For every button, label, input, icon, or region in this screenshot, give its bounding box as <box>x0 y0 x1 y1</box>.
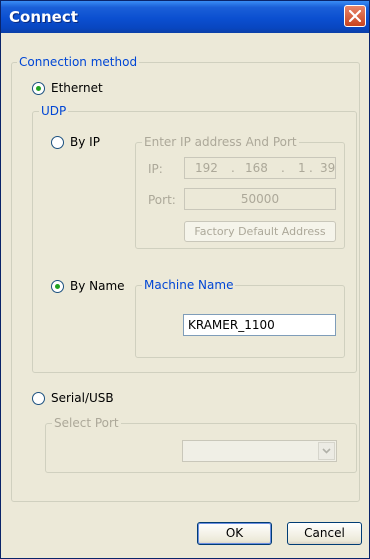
connection-method-legend: Connection method <box>17 55 140 69</box>
cancel-label: Cancel <box>304 526 345 540</box>
ok-button[interactable]: OK <box>197 522 272 545</box>
by-ip-radio[interactable]: By IP <box>51 135 100 149</box>
by-ip-radio-circle[interactable] <box>51 135 64 149</box>
ip-octet-2: 168 <box>245 161 268 175</box>
ip-port-legend: Enter IP address And Port <box>142 135 299 149</box>
ethernet-radio-circle[interactable] <box>32 81 45 95</box>
ip-octet-4: 39 <box>320 161 336 175</box>
serial-usb-radio[interactable]: Serial/USB <box>32 391 114 405</box>
connect-dialog: Connect Connection method Ethernet UDP B… <box>0 0 370 559</box>
cancel-button[interactable]: Cancel <box>287 522 362 545</box>
by-name-label: By Name <box>70 279 125 293</box>
ip-address-input[interactable]: 192 . 168 . 1 . 39 <box>184 157 336 179</box>
close-icon <box>349 10 361 22</box>
ethernet-radio[interactable]: Ethernet <box>32 81 103 95</box>
select-port-dropdown[interactable] <box>182 440 337 462</box>
title-bar: Connect <box>1 1 369 33</box>
ip-octet-1: 192 <box>195 161 218 175</box>
ip-label: IP: <box>148 162 163 176</box>
factory-default-address-label: Factory Default Address <box>194 225 326 238</box>
ip-separator-3: . <box>309 161 313 175</box>
ip-octet-3: 1 <box>298 161 306 175</box>
window-title: Connect <box>9 8 78 26</box>
close-button[interactable] <box>344 5 366 27</box>
machine-name-value: KRAMER_1100 <box>188 318 275 332</box>
select-port-legend: Select Port <box>52 416 121 430</box>
by-name-radio[interactable]: By Name <box>51 279 125 293</box>
by-name-radio-circle[interactable] <box>51 279 64 293</box>
ok-label: OK <box>225 526 244 540</box>
serial-usb-radio-circle[interactable] <box>32 391 45 405</box>
port-label: Port: <box>148 193 176 207</box>
udp-legend: UDP <box>39 104 69 118</box>
serial-usb-label: Serial/USB <box>51 391 114 405</box>
factory-default-address-button[interactable]: Factory Default Address <box>184 221 336 242</box>
chevron-down-icon <box>322 448 331 454</box>
ethernet-label: Ethernet <box>51 81 103 95</box>
ip-separator-1: . <box>231 161 235 175</box>
port-value: 50000 <box>240 192 280 206</box>
by-ip-label: By IP <box>70 135 100 149</box>
ip-separator-2: . <box>281 161 285 175</box>
port-input[interactable]: 50000 <box>184 188 336 210</box>
machine-name-legend: Machine Name <box>142 278 236 292</box>
machine-name-input[interactable]: KRAMER_1100 <box>183 314 336 336</box>
dropdown-arrow-button[interactable] <box>318 442 335 460</box>
